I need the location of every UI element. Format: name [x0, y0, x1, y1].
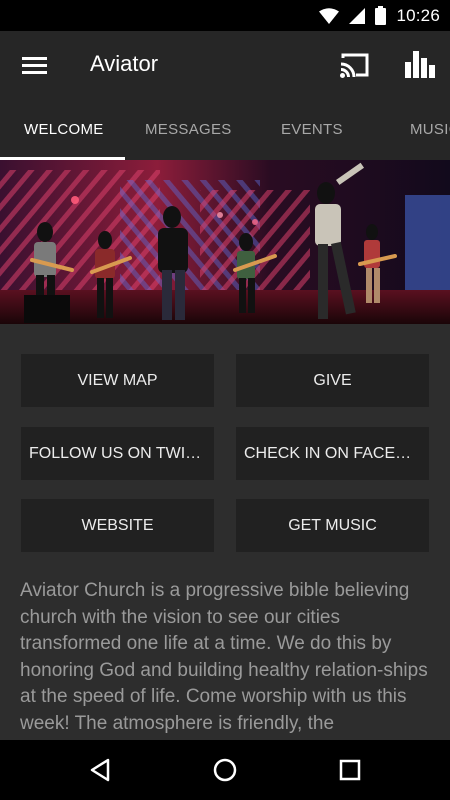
battery-icon	[375, 6, 387, 25]
menu-button[interactable]	[20, 51, 50, 81]
recents-square-icon	[339, 759, 361, 781]
follow-twitter-button[interactable]: FOLLOW US ON TWITTER	[21, 427, 214, 480]
give-button[interactable]: GIVE	[236, 354, 429, 407]
tab-messages[interactable]: MESSAGES	[145, 99, 232, 160]
home-circle-icon	[213, 758, 237, 782]
hero-image	[0, 160, 450, 324]
tab-welcome[interactable]: WELCOME	[24, 99, 104, 160]
church-description: Aviator Church is a progressive bible be…	[20, 580, 428, 734]
view-map-button[interactable]: VIEW MAP	[21, 354, 214, 407]
status-icons: 10:26	[319, 0, 440, 31]
recents-button[interactable]	[335, 755, 365, 785]
bar-chart-icon	[405, 51, 435, 78]
tab-music[interactable]: MUSIC	[410, 99, 450, 160]
check-in-facebook-button[interactable]: CHECK IN ON FACEBOOK	[236, 427, 429, 480]
worship-band-photo	[0, 160, 450, 324]
status-bar: 10:26	[0, 0, 450, 31]
back-button[interactable]	[86, 755, 116, 785]
welcome-content: VIEW MAP GIVE FOLLOW US ON TWITTER CHECK…	[0, 324, 450, 740]
tab-events[interactable]: EVENTS	[281, 99, 343, 160]
app-title: Aviator	[90, 51, 159, 76]
app-bar: Aviator	[0, 31, 450, 99]
stats-button[interactable]	[403, 48, 435, 80]
system-nav-bar	[0, 740, 450, 800]
home-button[interactable]	[210, 755, 240, 785]
status-time: 10:26	[396, 5, 440, 25]
tab-bar: WELCOME MESSAGES EVENTS MUSIC	[0, 99, 450, 160]
wifi-icon	[319, 7, 340, 24]
cellular-signal-icon	[349, 7, 366, 24]
menu-icon	[22, 57, 47, 74]
back-triangle-icon	[90, 758, 110, 782]
get-music-button[interactable]: GET MUSIC	[236, 499, 429, 552]
cast-button[interactable]	[338, 50, 370, 80]
cast-icon	[340, 53, 369, 78]
website-button[interactable]: WEBSITE	[21, 499, 214, 552]
